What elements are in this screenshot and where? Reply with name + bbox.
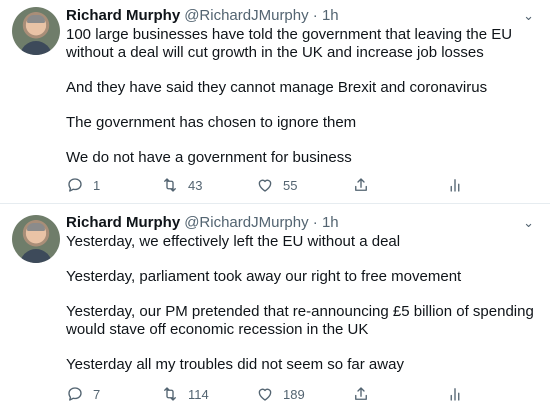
like-button[interactable]: 189: [256, 384, 305, 404]
tweet-paragraph: The government has chosen to ignore them: [66, 114, 357, 131]
tweet-body: Yesterday, we effectively left the EU wi…: [66, 233, 538, 374]
tweet-content: Richard Murphy @RichardJMurphy · 1h ⌄ Yes…: [66, 213, 538, 374]
heart-icon: [258, 388, 272, 401]
tweet-content: Richard Murphy @RichardJMurphy · 1h ⌄ 100…: [66, 6, 538, 167]
tweet-paragraph: Yesterday all my troubles did not seem s…: [66, 356, 404, 373]
retweet-button[interactable]: 43: [161, 175, 202, 195]
reply-count: 1: [93, 177, 101, 193]
like-count: 189: [283, 386, 305, 402]
reply-button[interactable]: 1: [66, 175, 100, 195]
heart-icon: [258, 179, 272, 192]
like-count: 55: [283, 177, 298, 193]
tweet-paragraph: Yesterday, we effectively left the EU wi…: [66, 233, 401, 250]
author-handle[interactable]: @RichardJMurphy: [184, 7, 308, 24]
reply-icon: [68, 387, 82, 401]
reply-button[interactable]: 7: [66, 384, 100, 404]
tweet-actions: 7 114 189: [66, 384, 496, 404]
reply-count: 7: [93, 386, 101, 402]
retweet-icon: [164, 387, 176, 401]
tweet-paragraph: And they have said they cannot manage Br…: [66, 79, 488, 96]
tweet-header: Richard Murphy @RichardJMurphy · 1h ⌄: [66, 213, 538, 233]
analytics-icon: [450, 388, 460, 401]
retweet-count: 43: [188, 177, 203, 193]
tweet-paragraph: 100 large businesses have told the gover…: [66, 26, 513, 61]
tweet-time[interactable]: 1h: [322, 7, 339, 24]
separator-dot: ·: [312, 214, 318, 231]
author-handle[interactable]: @RichardJMurphy: [184, 214, 308, 231]
separator-dot: ·: [312, 7, 318, 24]
share-button[interactable]: [352, 384, 370, 404]
tweet-paragraph: Yesterday, parliament took away our righ…: [66, 268, 462, 285]
retweet-count: 114: [188, 386, 209, 402]
tweet-header: Richard Murphy @RichardJMurphy · 1h ⌄: [66, 6, 538, 26]
tweet-2[interactable]: Richard Murphy @RichardJMurphy · 1h ⌄ Yes…: [0, 205, 550, 407]
retweet-icon: [164, 178, 176, 192]
tweet-body: 100 large businesses have told the gover…: [66, 26, 538, 167]
retweet-button[interactable]: 114: [161, 384, 209, 404]
chevron-down-icon[interactable]: ⌄: [523, 6, 534, 26]
analytics-button[interactable]: [446, 175, 464, 195]
share-button[interactable]: [352, 175, 370, 195]
share-icon: [355, 387, 367, 400]
tweet-1[interactable]: Richard Murphy @RichardJMurphy · 1h ⌄ 100…: [0, 0, 550, 204]
analytics-button[interactable]: [446, 384, 464, 404]
avatar[interactable]: [12, 7, 60, 55]
share-icon: [355, 178, 367, 191]
tweet-time[interactable]: 1h: [322, 214, 339, 231]
avatar[interactable]: [12, 215, 60, 263]
like-button[interactable]: 55: [256, 175, 297, 195]
tweet-actions: 1 43 55: [66, 175, 496, 195]
analytics-icon: [450, 179, 460, 192]
chevron-down-icon[interactable]: ⌄: [523, 213, 534, 233]
author-name[interactable]: Richard Murphy: [66, 7, 180, 24]
tweet-paragraph: We do not have a government for business: [66, 149, 352, 166]
author-name[interactable]: Richard Murphy: [66, 214, 180, 231]
reply-icon: [68, 178, 82, 192]
tweet-paragraph: Yesterday, our PM pretended that re-anno…: [66, 303, 534, 338]
tweet-divider: [0, 203, 550, 204]
